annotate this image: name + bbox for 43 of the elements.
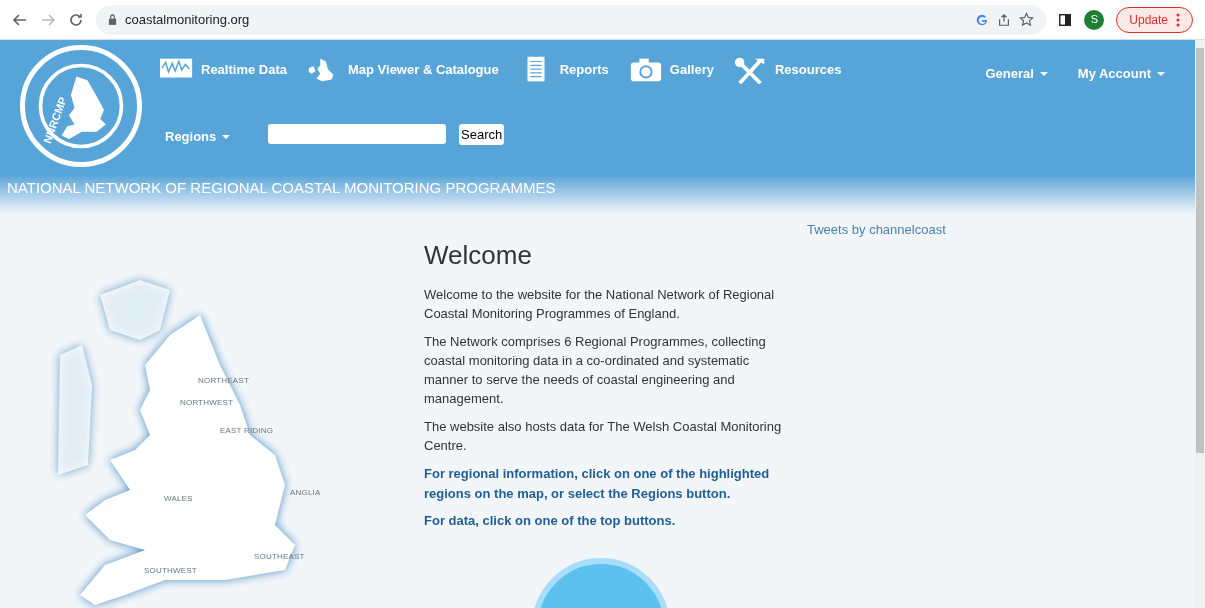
region-label[interactable]: SOUTHWEST: [144, 565, 197, 577]
caret-icon: [1039, 71, 1048, 76]
tweets-link[interactable]: Tweets by channelcoast: [807, 220, 946, 240]
nav-link[interactable]: Gallery: [628, 56, 714, 84]
url-text: coastalmonitoring.org: [125, 10, 251, 29]
instruction-text: For data, click on one of the top buttons.: [424, 512, 677, 530]
caret-icon: [1157, 71, 1165, 76]
update-button[interactable]: Update: [1116, 6, 1193, 33]
caret-icon: [222, 134, 231, 139]
paragraph: Welcome to the website for the National Network of Regional Coastal Monitoring Programmes of England.: [424, 286, 776, 323]
nav-link[interactable]: Realtime Data: [160, 56, 287, 84]
region-label[interactable]: NORTHWEST: [180, 397, 234, 409]
camera-icon: [628, 56, 663, 84]
paragraph: The website also hosts data for The Welsh Coastal Monitoring Centre.: [424, 418, 782, 455]
region-label[interactable]: NORTHEAST: [198, 375, 249, 387]
page-title: Welcome: [424, 239, 533, 272]
search-field[interactable]: [268, 124, 446, 144]
dropdown-menu[interactable]: My Account: [1077, 64, 1165, 84]
paragraph: The Network comprises 6 Regional Programmes, collecting coastal monitoring data in a co-ordinated and systematic manner to serve the needs of coastal engineering and management.: [424, 333, 767, 408]
region-label[interactable]: EAST RIDING: [220, 425, 274, 437]
google-icon: [975, 12, 990, 27]
dropdown-menu[interactable]: General: [985, 64, 1048, 84]
reload-icon: [68, 11, 84, 28]
nav-link[interactable]: Reports: [518, 56, 609, 84]
region-label[interactable]: ANGLIA: [290, 487, 321, 499]
regions-menu[interactable]: Regions: [165, 127, 231, 147]
side-panel-icon: [1058, 12, 1073, 27]
nav-link[interactable]: Resources: [733, 56, 842, 84]
back-icon: [12, 11, 28, 28]
nav-link[interactable]: Map Viewer & Catalogue: [307, 56, 499, 84]
star-icon: [1019, 12, 1035, 27]
address-bar[interactable]: coastalmonitoring.org: [96, 4, 1047, 35]
instruction-text: For regional information, click on one of the highlighted regions on the map, or select the Regions button.: [424, 465, 771, 503]
forward-icon: [40, 11, 56, 28]
banner-title: NATIONAL NETWORK OF REGIONAL COASTAL MONITORING PROGRAMMES: [7, 178, 556, 198]
lock-icon: [108, 14, 117, 25]
profile-avatar[interactable]: S: [1084, 9, 1105, 30]
region-label[interactable]: SOUTHEAST: [254, 551, 305, 563]
search-button[interactable]: Search: [459, 124, 505, 145]
region-label[interactable]: WALES: [164, 493, 193, 505]
share-icon: [997, 12, 1012, 27]
scrollbar[interactable]: [1195, 40, 1205, 608]
more-icon: [1176, 12, 1180, 27]
